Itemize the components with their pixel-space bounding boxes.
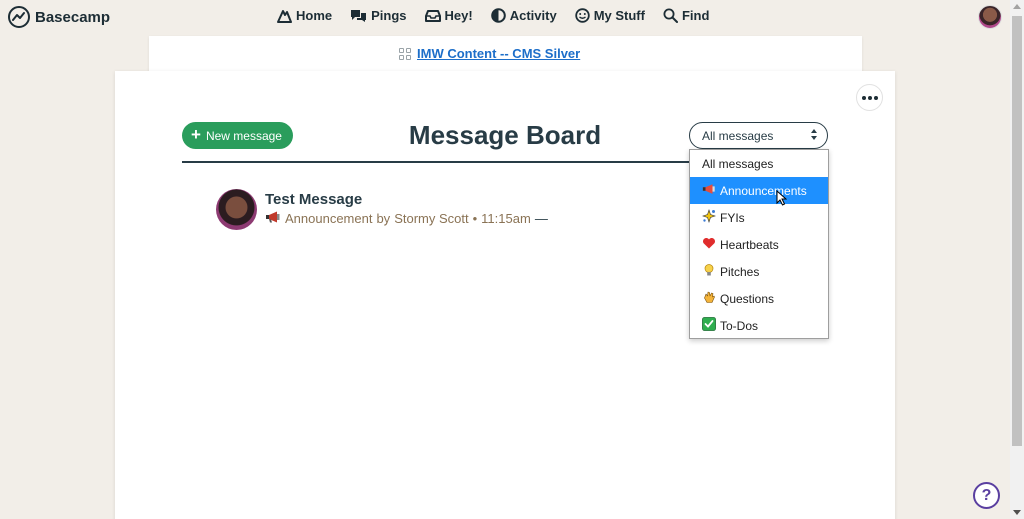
filter-option-questions[interactable]: Questions — [690, 285, 828, 312]
help-button[interactable]: ? — [973, 482, 1000, 509]
dot-icon — [867, 95, 872, 100]
scrollbar-thumb[interactable] — [1012, 16, 1022, 446]
project-grid-icon — [399, 47, 411, 60]
dot-icon — [873, 95, 878, 100]
heart-icon — [702, 236, 716, 253]
filter-option-announcements[interactable]: Announcements — [690, 177, 828, 204]
nav-home-label: Home — [296, 8, 333, 23]
user-avatar[interactable] — [978, 5, 1002, 29]
raised-hand-icon — [702, 290, 716, 307]
filter-option-label: Pitches — [720, 264, 760, 279]
filter-option-heartbeats[interactable]: Heartbeats — [690, 231, 828, 258]
message-list-item[interactable]: Test Message Announcement by Stormy Scot… — [216, 189, 548, 230]
project-link[interactable]: IMW Content -- CMS Silver — [417, 46, 580, 61]
filter-selected-value: All messages — [702, 129, 774, 143]
message-meta: Announcement by Stormy Scott • 11:15am — — [265, 211, 548, 226]
checkmark-icon — [702, 317, 716, 334]
page-scrollbar[interactable] — [1010, 0, 1024, 519]
scroll-up-arrow-icon[interactable] — [1013, 4, 1021, 9]
more-options-button[interactable] — [856, 84, 883, 111]
nav-my-stuff-label: My Stuff — [593, 8, 645, 23]
nav-hey-label: Hey! — [444, 8, 473, 23]
filter-option-label: Questions — [720, 291, 775, 306]
app-name: Basecamp — [35, 8, 111, 26]
megaphone-icon — [265, 211, 281, 226]
nav-my-stuff[interactable]: My Stuff — [574, 8, 645, 23]
filter-option-fyis[interactable]: FYIs — [690, 204, 828, 231]
home-icon — [276, 9, 292, 23]
select-arrows-icon — [811, 129, 817, 140]
filter-option-all-messages[interactable]: All messages — [690, 150, 828, 177]
filter-option-pitches[interactable]: Pitches — [690, 258, 828, 285]
megaphone-icon — [702, 182, 716, 199]
nav-activity-label: Activity — [509, 8, 557, 23]
filter-option-label: To-Dos — [720, 318, 759, 333]
project-breadcrumb-card: IMW Content -- CMS Silver — [149, 36, 862, 76]
sparkle-icon — [702, 209, 716, 226]
filter-option-to-dos[interactable]: To-Dos — [690, 312, 828, 339]
message-by: by — [376, 211, 391, 226]
basecamp-logo[interactable]: Basecamp — [8, 6, 110, 28]
message-time: 11:15am — [481, 211, 531, 226]
filter-option-label: FYIs — [720, 210, 745, 225]
nav-find-label: Find — [681, 8, 710, 23]
author-avatar — [216, 189, 257, 230]
smiley-icon — [574, 8, 590, 23]
top-navigation: Basecamp Home Pings Hey! Activity My Stu… — [0, 0, 1010, 34]
main-nav: Home Pings Hey! Activity My Stuff Find — [276, 8, 709, 23]
meta-separator: • — [472, 211, 478, 226]
nav-pings-label: Pings — [371, 8, 407, 23]
lightbulb-icon — [702, 263, 716, 280]
filter-option-label: Announcements — [720, 183, 807, 198]
scroll-down-arrow-icon[interactable] — [1013, 510, 1021, 515]
help-icon: ? — [981, 486, 992, 504]
filter-option-label: Heartbeats — [720, 237, 779, 252]
activity-icon — [490, 8, 506, 23]
filter-option-label: All messages — [702, 156, 774, 171]
search-icon — [663, 8, 678, 23]
message-title[interactable]: Test Message — [265, 191, 548, 208]
nav-pings[interactable]: Pings — [350, 8, 407, 23]
message-category: Announcement — [285, 211, 373, 226]
nav-hey[interactable]: Hey! — [424, 8, 473, 23]
dot-icon — [861, 95, 866, 100]
basecamp-logo-icon — [8, 6, 30, 28]
message-filter-select[interactable]: All messages — [689, 122, 828, 149]
message-author: Stormy Scott — [394, 211, 469, 226]
nav-find[interactable]: Find — [663, 8, 709, 23]
nav-home[interactable]: Home — [276, 8, 332, 23]
meta-dash: — — [534, 211, 548, 226]
nav-activity[interactable]: Activity — [490, 8, 557, 23]
message-filter-dropdown[interactable]: All messages Announcements FYIs Heartbea… — [689, 149, 829, 339]
breadcrumb: IMW Content -- CMS Silver — [399, 46, 580, 61]
pings-icon — [350, 9, 367, 23]
inbox-icon — [424, 9, 441, 23]
mouse-cursor-icon — [776, 189, 788, 211]
